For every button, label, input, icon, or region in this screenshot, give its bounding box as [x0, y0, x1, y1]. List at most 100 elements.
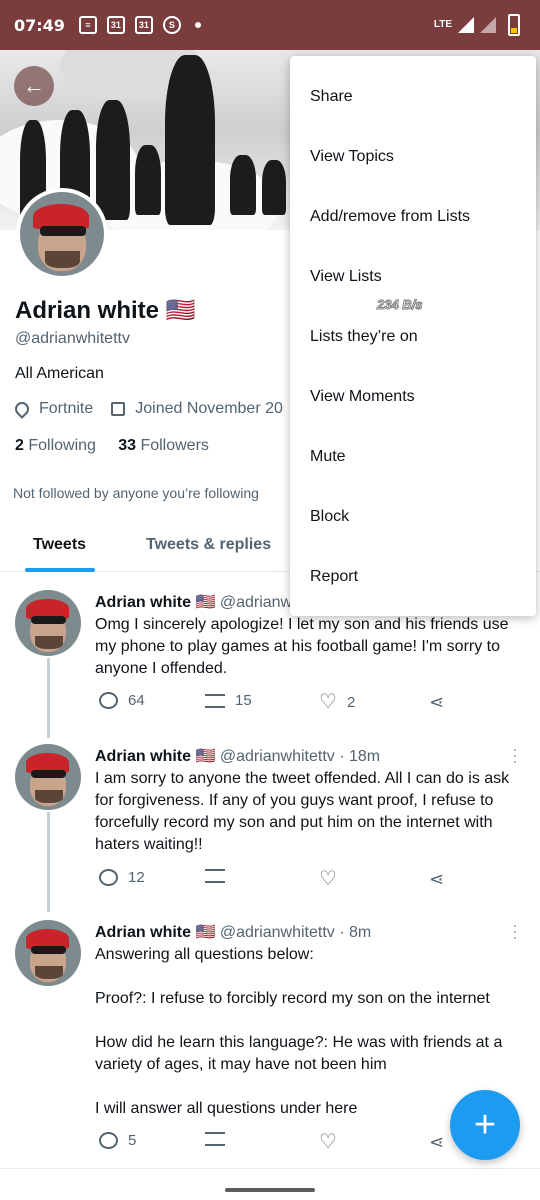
followers-count: 33	[118, 437, 136, 454]
arrow-left-icon: ←	[23, 73, 45, 98]
banner-figure	[262, 160, 286, 215]
avatar-beard	[34, 790, 63, 804]
retweet-count: 15	[235, 692, 252, 709]
network-speed-overlay: 234 B/s	[377, 297, 424, 313]
heart-icon: ♡	[319, 868, 337, 890]
tweet-actions: 64 15 ♡ 2 ⋖	[95, 692, 455, 716]
heart-icon: ♡	[319, 691, 337, 713]
tweet-author[interactable]: Adrian white 🇺🇸	[95, 924, 215, 941]
share-icon: ⋖	[429, 1132, 445, 1152]
share-button[interactable]: ⋖	[429, 869, 444, 890]
tweet-avatar[interactable]	[15, 744, 81, 810]
following-count: 2	[15, 437, 24, 454]
calendar-icon	[111, 402, 126, 416]
tweet-avatar[interactable]	[15, 920, 81, 986]
status-bar: 07:49 ≡ 31 31 S LTE	[0, 0, 540, 50]
retweet-button[interactable]: 15	[205, 692, 252, 709]
back-button[interactable]: ←	[14, 66, 54, 106]
tweet-paragraph: How did he learn this language?: He was …	[95, 1034, 503, 1073]
banner-figure	[135, 145, 161, 215]
share-button[interactable]: ⋖	[429, 1132, 444, 1153]
more-options-icon[interactable]: · · ·	[512, 740, 518, 770]
more-options-icon[interactable]: · · ·	[512, 916, 518, 946]
retweet-icon	[205, 693, 225, 708]
tweet-avatar[interactable]	[15, 590, 81, 656]
menu-item-share[interactable]: Share	[310, 88, 353, 106]
reply-button[interactable]: 64	[99, 692, 145, 709]
avatar-beard	[34, 966, 63, 980]
profile-avatar[interactable]	[16, 188, 108, 280]
menu-item-report[interactable]: Report	[310, 568, 358, 586]
bottom-divider	[0, 1168, 540, 1169]
tweet-actions: 5 ♡ ⋖	[95, 1132, 455, 1156]
calendar-31-icon: 31	[134, 16, 153, 34]
profile-name: Adrian white 🇺🇸	[15, 297, 196, 324]
retweet-icon	[205, 869, 225, 883]
tab-tweets[interactable]: Tweets	[33, 536, 86, 554]
follow-stats: 2 Following 33 Followers	[15, 437, 209, 455]
retweet-icon	[205, 1132, 225, 1146]
like-count: 2	[346, 693, 356, 711]
tab-tweets-replies[interactable]: Tweets & replies	[146, 536, 271, 554]
menu-item-view-lists[interactable]: View Lists	[310, 268, 382, 286]
avatar-glasses	[30, 946, 67, 955]
plus-icon: +	[473, 1103, 497, 1146]
tweet-header: Adrian white 🇺🇸 @adrianwhitettv · 18m	[95, 746, 380, 766]
reply-button[interactable]: 5	[99, 1132, 136, 1149]
share-icon: ⋖	[429, 869, 445, 889]
tweet-handle-time: @adrianwhitettv · 18m	[219, 748, 381, 765]
reply-count: 12	[128, 869, 145, 886]
tweet-text: I am sorry to anyone the tweet offended.…	[95, 768, 525, 856]
tweet-handle-time: @adrianw	[219, 594, 293, 611]
followers-link[interactable]: 33 Followers	[118, 437, 209, 454]
profile-handle: @adrianwhitettv	[15, 330, 130, 347]
menu-item-add-remove-lists[interactable]: Add/remove from Lists	[310, 208, 470, 226]
thread-line	[47, 812, 50, 912]
following-label: Following	[28, 437, 96, 454]
news-icon: ≡	[78, 16, 97, 34]
tweet-paragraph: Proof?: I refuse to forcibly record my s…	[95, 990, 490, 1007]
battery-icon	[508, 14, 520, 36]
signal-icon-2	[480, 17, 496, 33]
compose-tweet-button[interactable]: +	[450, 1090, 520, 1160]
heart-icon: ♡	[319, 1131, 337, 1153]
status-right: LTE	[434, 14, 520, 36]
following-link[interactable]: 2 Following	[15, 437, 96, 454]
reply-button[interactable]: 12	[99, 869, 145, 886]
avatar-beard	[45, 250, 81, 268]
tweet-paragraph: Omg I sincerely apologize! I let my son …	[95, 616, 509, 677]
like-button[interactable]: ♡	[319, 1132, 347, 1152]
profile-location: Fortnite	[39, 400, 94, 417]
tweet-paragraph: Answering all questions below:	[95, 946, 314, 963]
gesture-nav-handle[interactable]	[225, 1188, 315, 1192]
share-icon: ⋖	[429, 692, 445, 712]
tweet-text: Answering all questions below: Proof?: I…	[95, 944, 525, 1120]
profile-joined: Joined November 20	[135, 400, 283, 417]
overflow-menu: Share View Topics Add/remove from Lists …	[290, 56, 536, 616]
like-button[interactable]: ♡	[319, 869, 347, 889]
banner-figure	[96, 100, 130, 220]
menu-item-block[interactable]: Block	[310, 508, 349, 526]
location-pin-icon	[12, 399, 32, 419]
lte-indicator: LTE	[433, 19, 452, 30]
retweet-button[interactable]	[205, 1132, 235, 1146]
menu-item-view-moments[interactable]: View Moments	[310, 388, 415, 406]
share-button[interactable]: ⋖	[429, 692, 444, 713]
tweet-author[interactable]: Adrian white 🇺🇸	[95, 748, 215, 765]
tweet-header: Adrian white 🇺🇸 @adrianw	[95, 592, 292, 612]
reply-count: 5	[128, 1132, 137, 1149]
avatar-glasses	[30, 616, 67, 625]
menu-item-mute[interactable]: Mute	[310, 448, 346, 466]
tweet-handle-time: @adrianwhitettv · 8m	[219, 924, 372, 941]
reply-icon	[99, 692, 118, 709]
reply-icon	[99, 869, 118, 886]
tweet-text: Omg I sincerely apologize! I let my son …	[95, 614, 525, 680]
like-button[interactable]: ♡ 2	[319, 692, 355, 712]
retweet-button[interactable]	[205, 869, 235, 883]
banner-figure	[230, 155, 256, 215]
tweet-author[interactable]: Adrian white 🇺🇸	[95, 594, 215, 611]
tweet-paragraph: I am sorry to anyone the tweet offended.…	[95, 770, 510, 853]
menu-item-view-topics[interactable]: View Topics	[310, 148, 394, 166]
menu-item-lists-theyre-on[interactable]: Lists they’re on	[310, 328, 418, 346]
avatar-glasses	[40, 225, 86, 236]
